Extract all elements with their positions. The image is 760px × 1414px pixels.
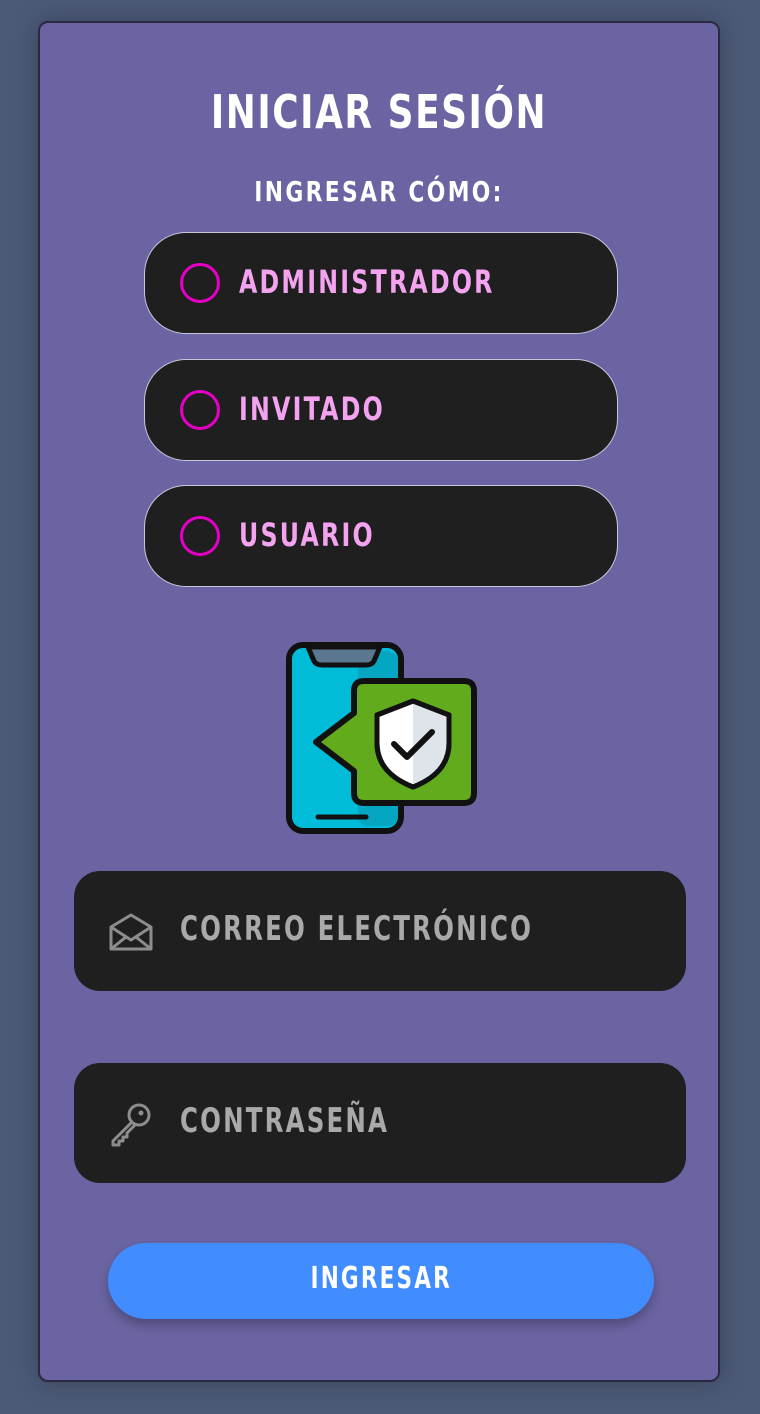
radio-circle-icon[interactable] bbox=[180, 263, 220, 303]
radio-circle-icon[interactable] bbox=[180, 390, 220, 430]
role-prompt: INGRESAR CÓMO: bbox=[254, 175, 504, 208]
role-option-administrador[interactable]: ADMINISTRADOR bbox=[144, 232, 618, 334]
email-placeholder: CORREO ELECTRÓNICO bbox=[180, 909, 534, 949]
submit-label: INGRESAR bbox=[310, 1261, 452, 1296]
role-label: USUARIO bbox=[239, 516, 375, 554]
phone-shield-check-icon bbox=[286, 642, 477, 834]
page-title: INICIAR SESIÓN bbox=[210, 85, 548, 139]
password-field[interactable]: CONTRASEÑA bbox=[74, 1063, 686, 1183]
role-option-usuario[interactable]: USUARIO bbox=[144, 485, 618, 587]
role-label: INVITADO bbox=[239, 390, 385, 428]
radio-circle-icon[interactable] bbox=[180, 516, 220, 556]
key-icon bbox=[111, 1103, 151, 1147]
login-submit-button[interactable]: INGRESAR bbox=[108, 1243, 654, 1319]
login-card: INICIAR SESIÓN INGRESAR CÓMO: ADMINISTRA… bbox=[38, 21, 720, 1382]
email-field[interactable]: CORREO ELECTRÓNICO bbox=[74, 871, 686, 991]
role-label: ADMINISTRADOR bbox=[239, 263, 495, 301]
password-placeholder: CONTRASEÑA bbox=[180, 1101, 390, 1141]
role-option-invitado[interactable]: INVITADO bbox=[144, 359, 618, 461]
envelope-icon bbox=[109, 913, 153, 951]
